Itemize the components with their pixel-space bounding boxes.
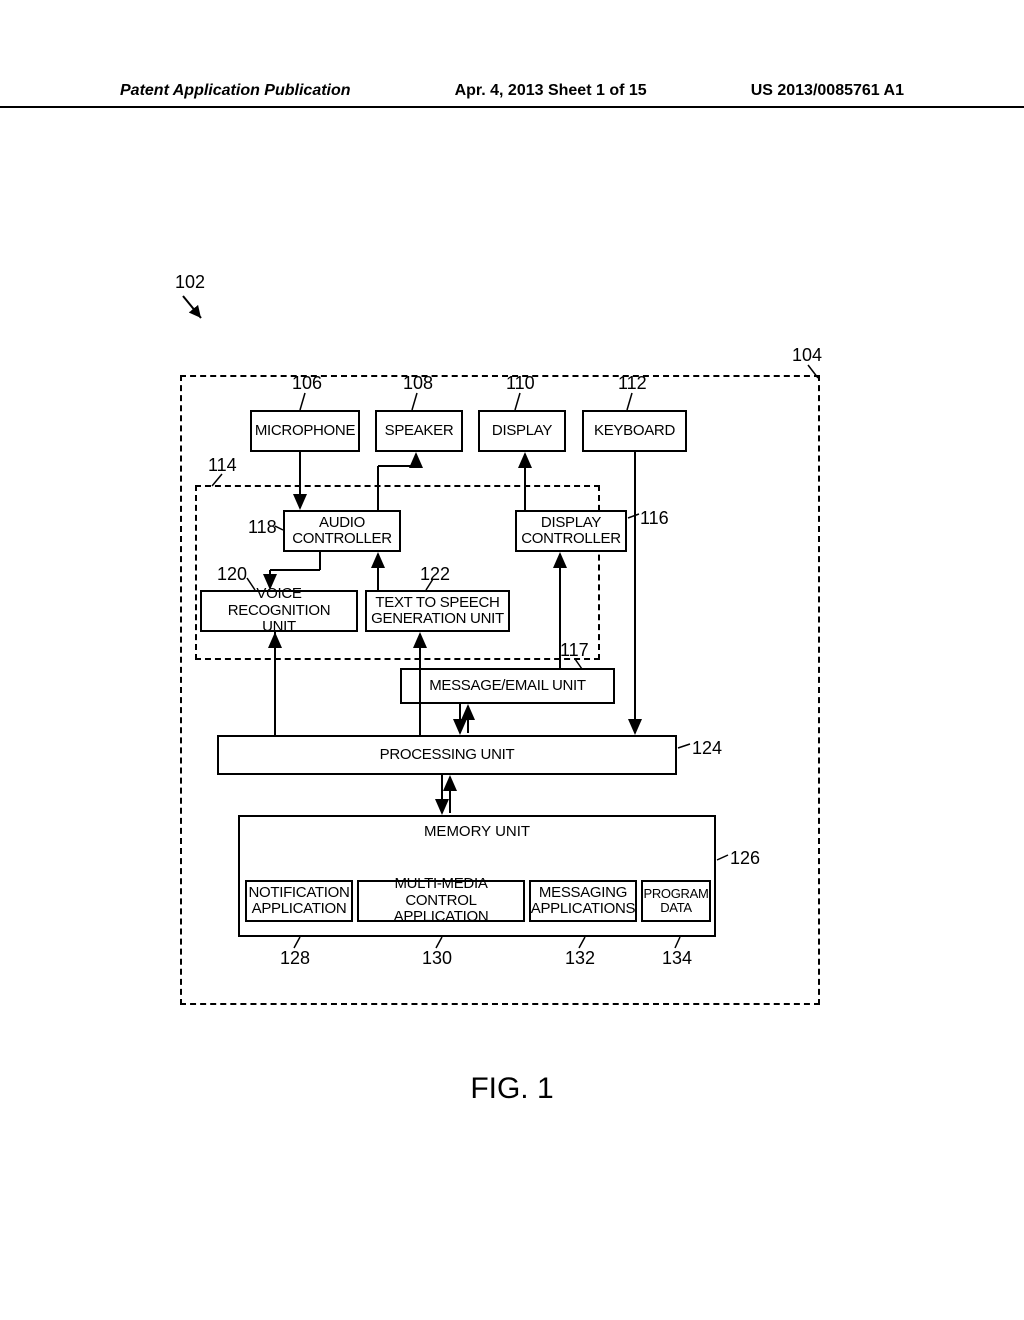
ref-120: 120 [217,564,247,585]
memory-unit-label: MEMORY UNIT [238,823,716,840]
messaging-apps-box: MESSAGING APPLICATIONS [529,880,637,922]
ref-110: 110 [506,373,535,394]
ref-108: 108 [403,373,433,394]
prog-l1: PROGRAM [643,887,708,901]
ref-117: 117 [560,640,589,661]
keyboard-box: KEYBOARD [582,410,687,452]
diagram-area: 104 MICROPHONE SPEAKER DISPLAY KEYBOARD … [120,270,880,1060]
display-box: DISPLAY [478,410,566,452]
ref-122: 122 [420,564,450,585]
tts-l1: TEXT TO SPEECH [375,595,499,612]
audio-controller-box: AUDIO CONTROLLER [283,510,401,552]
header-center: Apr. 4, 2013 Sheet 1 of 15 [455,82,647,100]
msgemail-label: MESSAGE/EMAIL UNIT [429,678,586,695]
ref-106: 106 [292,373,322,394]
program-data-box: PROGRAM DATA [641,880,711,922]
voice-recognition-box: VOICE RECOGNITION UNIT [200,590,358,632]
audio-ctl-l1: AUDIO [319,515,365,532]
ref-116: 116 [640,508,669,529]
header-right: US 2013/0085761 A1 [751,82,904,100]
ref-130: 130 [422,948,452,969]
msgapp-l2: APPLICATIONS [531,901,635,918]
processing-unit-box: PROCESSING UNIT [217,735,677,775]
mmca-box: MULTI-MEDIA CONTROL APPLICATION [357,880,525,922]
patent-page: Patent Application Publication Apr. 4, 2… [0,0,1024,1320]
display-label: DISPLAY [492,423,552,440]
audio-ctl-l2: CONTROLLER [292,531,392,548]
tts-l2: GENERATION UNIT [371,611,504,628]
ref-132: 132 [565,948,595,969]
ref-114: 114 [208,455,237,476]
notification-app-box: NOTIFICATION APPLICATION [245,880,353,922]
prog-l2: DATA [660,901,692,915]
ref-124: 124 [692,738,722,759]
voice-l1: VOICE RECOGNITION [204,586,354,619]
figure-caption: FIG. 1 [0,1072,1024,1106]
processing-label: PROCESSING UNIT [380,747,515,764]
ref-112: 112 [618,373,647,394]
mmca-l2: CONTROL APPLICATION [361,893,521,926]
ref-126: 126 [730,848,760,869]
microphone-box: MICROPHONE [250,410,360,452]
ref-118: 118 [248,517,277,538]
disp-ctl-l2: CONTROLLER [521,531,621,548]
page-header: Patent Application Publication Apr. 4, 2… [0,82,1024,108]
keyboard-label: KEYBOARD [594,423,675,440]
tts-box: TEXT TO SPEECH GENERATION UNIT [365,590,510,632]
notif-l1: NOTIFICATION [248,885,349,902]
message-email-box: MESSAGE/EMAIL UNIT [400,668,615,704]
header-left: Patent Application Publication [120,82,351,100]
mmca-l1: MULTI-MEDIA [394,876,487,893]
voice-l2: UNIT [262,619,296,636]
ref-128: 128 [280,948,310,969]
speaker-label: SPEAKER [385,423,454,440]
disp-ctl-l1: DISPLAY [541,515,601,532]
display-controller-box: DISPLAY CONTROLLER [515,510,627,552]
ref-104: 104 [792,345,822,366]
speaker-box: SPEAKER [375,410,463,452]
ref-134: 134 [662,948,692,969]
notif-l2: APPLICATION [252,901,347,918]
msgapp-l1: MESSAGING [539,885,627,902]
microphone-label: MICROPHONE [255,423,355,440]
